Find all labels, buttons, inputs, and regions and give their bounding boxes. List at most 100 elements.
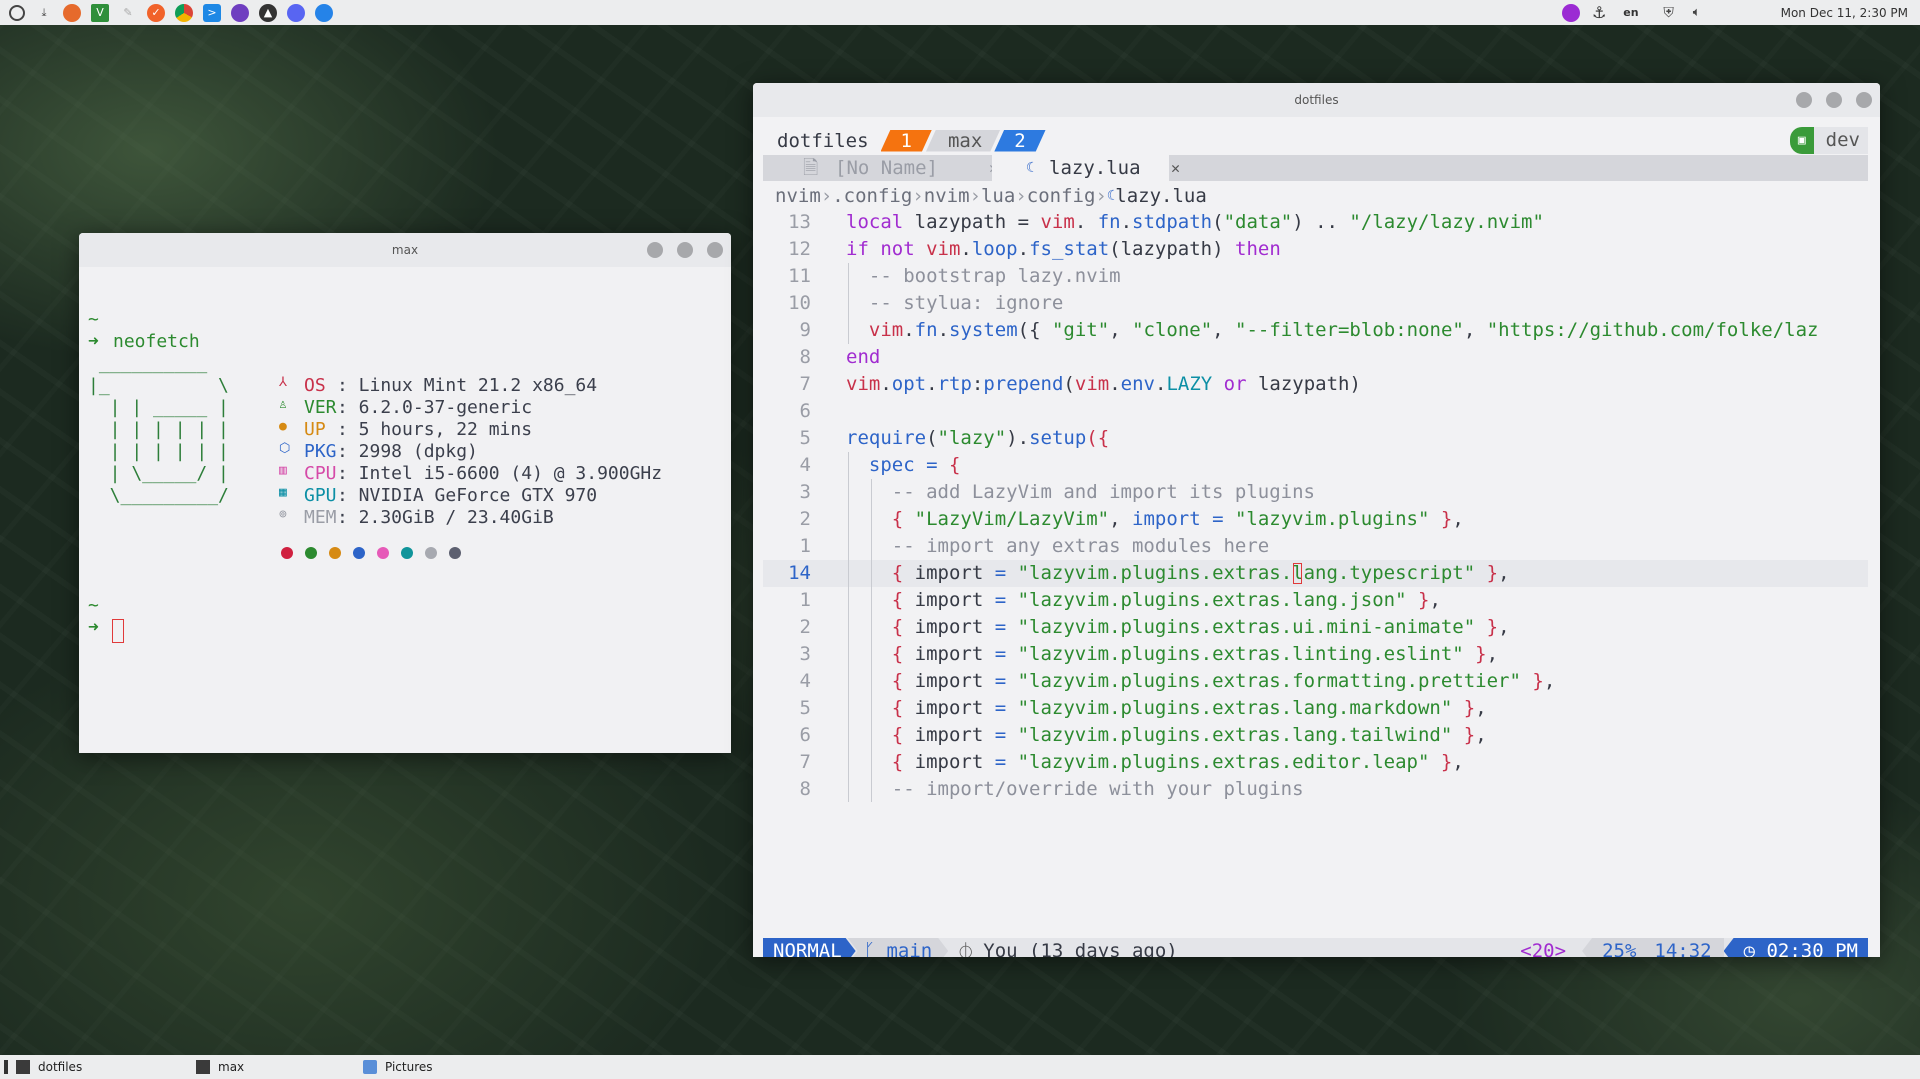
code-text: vim.opt.rtp:prepend(vim.env.LAZY or lazy… — [846, 373, 1361, 395]
breadcrumb-separator: › — [969, 184, 981, 207]
arch-icon[interactable]: ▲ — [259, 3, 277, 22]
info-value: : Linux Mint 21.2 x86_64 — [337, 375, 598, 396]
line-number: 2 — [799, 616, 811, 638]
breadcrumb-item[interactable]: lua — [981, 185, 1015, 207]
code-line[interactable]: 5 { import = "lazyvim.plugins.extras.lan… — [763, 695, 1868, 722]
folder-icon — [363, 1060, 377, 1074]
breadcrumb-separator: › — [1015, 184, 1027, 207]
clock[interactable]: Mon Dec 11, 2:30 PM — [1781, 6, 1908, 20]
firefox-icon[interactable] — [63, 3, 81, 22]
feather-icon[interactable]: ✎ — [119, 4, 137, 22]
maximize-button[interactable] — [677, 242, 693, 258]
code-text: { import = "lazyvim.plugins.extras.ui.mi… — [846, 616, 1510, 638]
lua-icon: ☾ — [1106, 187, 1116, 204]
code-line[interactable]: 2 { "LazyVim/LazyVim", import = "lazyvim… — [763, 506, 1868, 533]
tab-number[interactable]: 1 — [881, 130, 932, 152]
vscode-icon[interactable]: > — [203, 3, 221, 22]
buffer-no-name[interactable]: [No Name] — [835, 155, 938, 181]
code-text: { import = "lazyvim.plugins.extras.lang.… — [846, 589, 1441, 611]
code-line[interactable]: 11 -- bootstrap lazy.nvim — [763, 263, 1868, 290]
terminal-body[interactable]: ~ ➜ neofetch __________ |_ \ | | _____ | … — [79, 267, 731, 753]
code-line[interactable]: 2 { import = "lazyvim.plugins.extras.ui.… — [763, 614, 1868, 641]
discord-icon[interactable] — [287, 3, 305, 22]
code-line[interactable]: 13 local lazypath = vim. fn.stdpath("data… — [763, 209, 1868, 236]
shield-icon[interactable]: ⛨ — [1660, 4, 1678, 22]
palette-swatch — [353, 547, 365, 559]
code-line[interactable]: 14 { import = "lazyvim.plugins.extras.la… — [763, 560, 1868, 587]
anchor-icon[interactable]: ⚓ — [1590, 3, 1608, 22]
code-text: require("lazy").setup({ — [846, 427, 1110, 449]
code-line[interactable]: 1 { import = "lazyvim.plugins.extras.lan… — [763, 587, 1868, 614]
palette-swatch — [401, 547, 413, 559]
vim-icon[interactable]: V — [91, 3, 109, 22]
task-pictures[interactable]: Pictures — [363, 1055, 433, 1079]
code-text: spec = { — [868, 454, 961, 476]
code-line[interactable]: 9 vim.fn.system({ "git", "clone", "--fil… — [763, 317, 1868, 344]
code-text: local lazypath = vim. fn.stdpath("data")… — [846, 211, 1544, 233]
ascii-row: | \_____/ | — [88, 463, 229, 484]
code-editor[interactable]: 13 local lazypath = vim. fn.stdpath("data… — [763, 209, 1868, 802]
task-max[interactable]: max — [196, 1055, 363, 1079]
download-icon[interactable]: ⤓ — [35, 4, 53, 22]
code-line[interactable]: 6 { import = "lazyvim.plugins.extras.lan… — [763, 722, 1868, 749]
info-key: MEM — [304, 507, 337, 528]
code-line[interactable]: 4 { import = "lazyvim.plugins.extras.for… — [763, 668, 1868, 695]
code-line[interactable]: 10 -- stylua: ignore — [763, 290, 1868, 317]
code-line[interactable]: 7 { import = "lazyvim.plugins.extras.edi… — [763, 749, 1868, 776]
line-number: 8 — [799, 346, 811, 368]
nvim-window[interactable]: dotfiles dotfiles 1 max 2 ▣ dev 🗎︎ [No N… — [753, 83, 1880, 957]
code-text: { import = "lazyvim.plugins.extras.lang.… — [846, 724, 1487, 746]
minimize-button[interactable] — [1796, 92, 1812, 108]
nvim-body[interactable]: dotfiles 1 max 2 ▣ dev 🗎︎ [No Name] ✕ ☾ … — [753, 117, 1880, 957]
tor-icon[interactable] — [231, 3, 249, 22]
code-line[interactable]: 5 require("lazy").setup({ — [763, 425, 1868, 452]
code-line[interactable]: 7 vim.opt.rtp:prepend(vim.env.LAZY or laz… — [763, 371, 1868, 398]
tab-max[interactable]: max — [926, 130, 1000, 152]
status-time: 02:30 PM — [1766, 940, 1858, 957]
clock-segment: ◷ 02:30 PM — [1723, 938, 1868, 957]
line-number: 10 — [788, 292, 811, 314]
chrome-icon[interactable] — [175, 3, 193, 22]
breadcrumb-item[interactable]: .config — [832, 185, 912, 207]
ascii-row: __________ — [88, 353, 208, 374]
buffer-lazy-lua[interactable]: lazy.lua — [1049, 155, 1141, 181]
brave-icon[interactable]: ✓ — [147, 3, 165, 22]
menu-icon[interactable] — [9, 4, 25, 21]
code-line[interactable]: 8 -- import/override with your plugins — [763, 776, 1868, 802]
breadcrumb-item[interactable]: lazy.lua — [1115, 185, 1207, 207]
code-line[interactable]: 1 -- import any extras modules here — [763, 533, 1868, 560]
task-label: max — [218, 1060, 245, 1074]
cursor-position: 14:32 — [1648, 938, 1724, 957]
tab-number[interactable]: 2 — [994, 130, 1045, 152]
terminal-titlebar[interactable]: max — [79, 233, 731, 267]
breadcrumb-item[interactable]: nvim — [775, 185, 821, 207]
maximize-button[interactable] — [1826, 92, 1842, 108]
code-line[interactable]: 6 — [763, 398, 1868, 425]
close-button[interactable] — [707, 242, 723, 258]
code-text: end — [846, 346, 881, 368]
line-number: 1 — [799, 535, 811, 557]
terminal-icon — [16, 1060, 30, 1074]
volume-icon[interactable]: 🔈︎ — [1688, 4, 1706, 22]
code-line[interactable]: 3 { import = "lazyvim.plugins.extras.lin… — [763, 641, 1868, 668]
code-line[interactable]: 4 spec = { — [763, 452, 1868, 479]
info-value: : Intel i5-6600 (4) @ 3.900GHz — [337, 463, 663, 484]
keyboard-layout[interactable]: en — [1623, 6, 1638, 19]
code-text: { import = "lazyvim.plugins.extras.lang.… — [846, 562, 1510, 584]
tab-dotfiles[interactable]: dotfiles — [763, 130, 881, 152]
minimize-button[interactable] — [647, 242, 663, 258]
close-button[interactable] — [1856, 92, 1872, 108]
firefox-dev-icon[interactable] — [315, 3, 333, 22]
info-key: OS — [304, 375, 337, 396]
app-indicator-icon[interactable] — [1562, 3, 1581, 22]
code-line[interactable]: 8 end — [763, 344, 1868, 371]
code-line[interactable]: 3 -- add LazyVim and import its plugins — [763, 479, 1868, 506]
breadcrumb-item[interactable]: nvim — [924, 185, 970, 207]
nvim-titlebar[interactable]: dotfiles — [753, 83, 1880, 117]
close-icon[interactable]: ✕ — [1171, 155, 1180, 181]
task-dotfiles[interactable]: dotfiles — [16, 1055, 196, 1079]
terminal-window[interactable]: max ~ ➜ neofetch __________ |_ \ | | ____… — [79, 233, 731, 753]
code-line[interactable]: 12 if not vim.loop.fs_stat(lazypath) then — [763, 236, 1868, 263]
code-text: { "LazyVim/LazyVim", import = "lazyvim.p… — [846, 508, 1464, 530]
breadcrumb-item[interactable]: config — [1027, 185, 1096, 207]
